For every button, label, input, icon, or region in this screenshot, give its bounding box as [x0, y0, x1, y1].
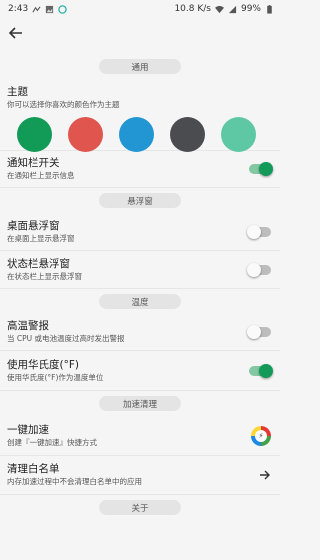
notification-bar-subtitle: 在通知栏上显示信息 — [7, 171, 75, 180]
image-icon — [46, 5, 54, 13]
theme-swatch-blue[interactable] — [119, 117, 154, 152]
section-general: 通用 — [0, 54, 280, 79]
theme-swatch-dark-gray[interactable] — [170, 117, 205, 152]
one-key-boost-subtitle: 创建『一键加速』快捷方式 — [7, 437, 97, 447]
fahrenheit-title: 使用华氏度(°F) — [7, 358, 79, 371]
high-temp-title: 高温警报 — [7, 320, 49, 332]
whitelist-title: 清理白名单 — [7, 463, 60, 475]
desktop-float-subtitle: 在桌面上显示悬浮窗 — [7, 233, 75, 243]
status-left: 2:43 — [8, 4, 67, 14]
one-key-boost-setting[interactable]: 一键加速 创建『一键加速』快捷方式 ⚡ — [0, 416, 280, 456]
desktop-float-toggle[interactable] — [247, 224, 271, 239]
fahrenheit-subtitle: 使用华氏度(°F)作为温度单位 — [7, 372, 104, 382]
cell-signal-icon — [228, 5, 237, 13]
status-right: 10.8 K/s 99% — [174, 4, 274, 14]
theme-swatch-green[interactable] — [17, 117, 52, 152]
status-speed: 10.8 K/s — [174, 4, 211, 14]
section-about: 关于 — [0, 495, 280, 520]
section-temperature: 温度 — [0, 289, 280, 314]
theme-subtitle: 你可以选择你喜欢的颜色作为主题 — [7, 100, 120, 109]
section-floating: 悬浮窗 — [0, 188, 280, 213]
section-general-label: 通用 — [99, 59, 181, 74]
statusbar-float-title: 状态栏悬浮窗 — [7, 257, 70, 270]
high-temp-setting[interactable]: 高温警报 当 CPU 或电池温度过高时发出警报 — [0, 314, 280, 351]
battery-icon — [267, 4, 272, 14]
section-boost: 加速清理 — [0, 391, 280, 416]
statusbar-float-toggle[interactable] — [247, 262, 271, 277]
fahrenheit-setting[interactable]: 使用华氏度(°F) 使用华氏度(°F)作为温度单位 — [0, 351, 280, 391]
notification-bar-setting[interactable]: 通知栏开关 在通知栏上显示信息 — [0, 151, 280, 188]
desktop-float-setting[interactable]: 桌面悬浮窗 在桌面上显示悬浮窗 — [0, 213, 280, 251]
theme-title: 主题 — [7, 86, 28, 98]
notification-bar-title: 通知栏开关 — [7, 157, 60, 169]
high-temp-toggle[interactable] — [247, 325, 271, 339]
section-temperature-label: 温度 — [99, 294, 181, 309]
desktop-float-title: 桌面悬浮窗 — [7, 219, 60, 232]
notification-bar-toggle[interactable] — [249, 162, 273, 176]
high-temp-subtitle: 当 CPU 或电池温度过高时发出警报 — [7, 334, 125, 343]
toolbar — [0, 18, 280, 48]
theme-swatch-mint[interactable] — [221, 117, 256, 152]
wifi-icon — [214, 5, 224, 13]
status-time: 2:43 — [8, 4, 29, 14]
theme-swatch-red[interactable] — [68, 117, 103, 152]
theme-swatches — [7, 117, 280, 152]
arrow-left-icon[interactable] — [8, 25, 24, 41]
status-battery: 99% — [240, 4, 261, 14]
section-about-label: 关于 — [99, 500, 181, 515]
section-boost-label: 加速清理 — [99, 396, 181, 411]
one-key-boost-title: 一键加速 — [7, 423, 49, 436]
app-icon — [58, 4, 67, 14]
theme-setting: 主题 你可以选择你喜欢的颜色作为主题 — [0, 79, 280, 152]
signal-icon — [32, 5, 41, 12]
fahrenheit-toggle[interactable] — [249, 363, 273, 378]
whitelist-subtitle: 内存加速过程中不会清理白名单中的应用 — [7, 477, 142, 486]
statusbar-float-subtitle: 在状态栏上显示悬浮窗 — [7, 271, 82, 281]
section-floating-label: 悬浮窗 — [99, 193, 181, 208]
boost-shortcut-icon[interactable]: ⚡ — [251, 425, 271, 446]
arrow-right-icon[interactable] — [259, 469, 271, 481]
whitelist-setting[interactable]: 清理白名单 内存加速过程中不会清理白名单中的应用 — [0, 456, 280, 495]
settings-list: 通用 主题 你可以选择你喜欢的颜色作为主题 通知栏开关 在通知栏上显示信息 悬浮… — [0, 54, 280, 520]
statusbar-float-setting[interactable]: 状态栏悬浮窗 在状态栏上显示悬浮窗 — [0, 251, 280, 289]
status-bar: 2:43 10.8 K/s 99% — [0, 0, 280, 18]
